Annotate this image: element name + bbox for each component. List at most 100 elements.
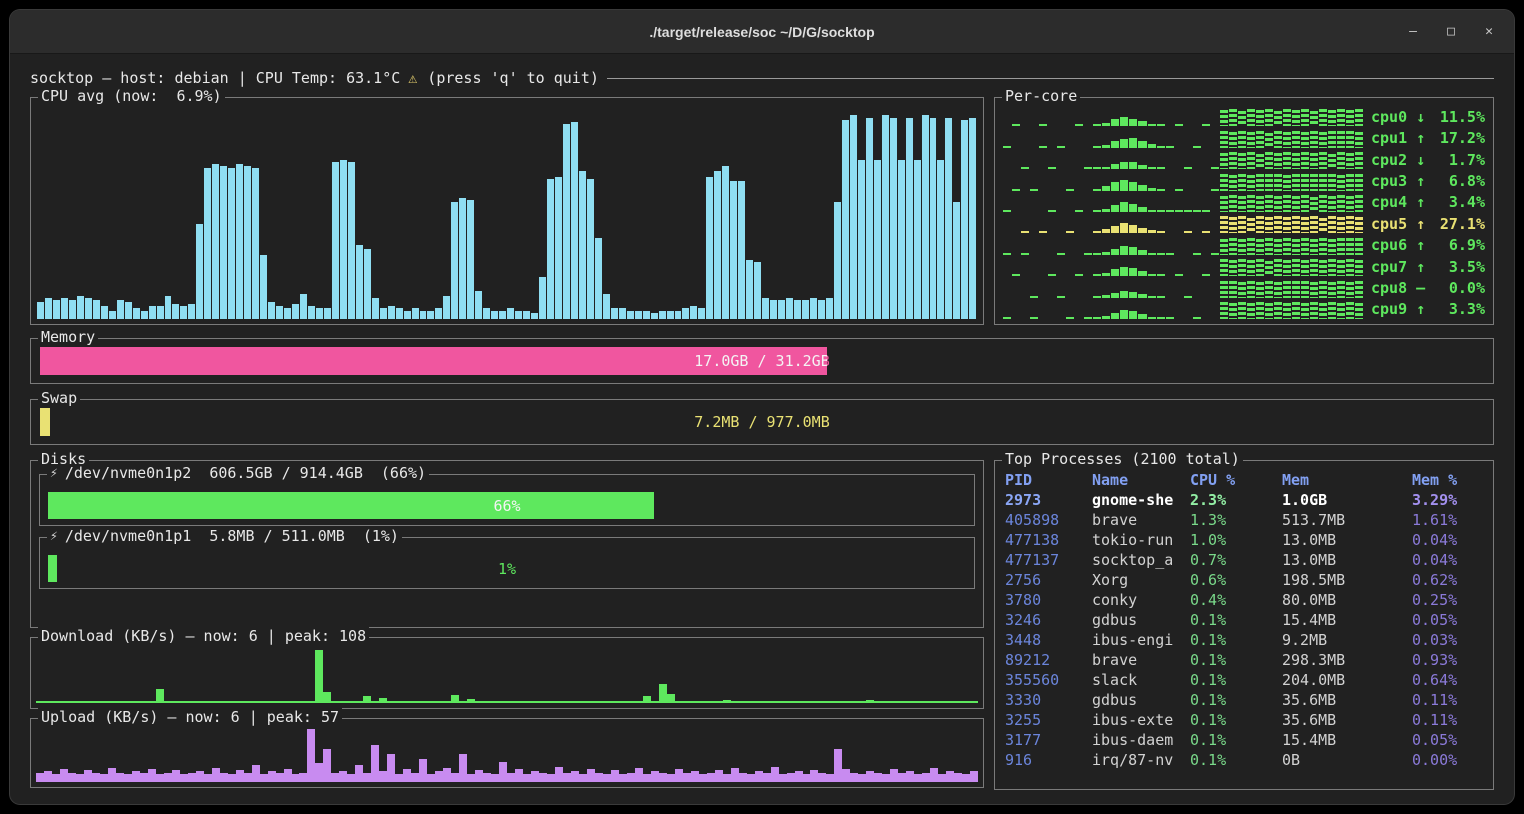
chart-bar	[84, 701, 92, 703]
core-row[interactable]: cpu2 ↓1.7%	[1003, 149, 1485, 170]
process-row[interactable]: 89212brave0.1%298.3MB0.93%	[1005, 650, 1487, 670]
chart-bar	[1175, 124, 1183, 126]
chart-bar	[1148, 210, 1156, 212]
process-row[interactable]: 3246gdbus0.1%15.4MB0.05%	[1005, 610, 1487, 630]
process-row[interactable]: 3448ibus-engi0.1%9.2MB0.03%	[1005, 630, 1487, 650]
chart-bar	[204, 168, 211, 319]
titlebar[interactable]: ./target/release/soc ~/D/G/socktop – □ ✕	[10, 10, 1514, 54]
core-row[interactable]: cpu4 ↑3.4%	[1003, 192, 1485, 213]
core-row[interactable]: cpu3 ↑6.8%	[1003, 170, 1485, 191]
process-row[interactable]: 405898brave1.3%513.7MB1.61%	[1005, 510, 1487, 530]
chart-bar	[1256, 154, 1264, 169]
chart-bar	[1355, 281, 1363, 298]
chart-bar	[611, 770, 619, 782]
process-row[interactable]: 355560slack0.1%204.0MB0.64%	[1005, 670, 1487, 690]
chart-bar	[1157, 231, 1165, 233]
chart-bar	[1274, 111, 1282, 127]
core-row[interactable]: cpu1 ↑17.2%	[1003, 127, 1485, 148]
chart-bar	[1220, 259, 1228, 276]
chart-bar	[1337, 131, 1345, 147]
chart-bar	[1247, 238, 1255, 255]
process-cell: 0.6%	[1190, 571, 1282, 589]
chart-bar	[1129, 162, 1137, 169]
chart-bar	[395, 701, 403, 703]
chart-bar	[1202, 274, 1210, 276]
core-percent: 1.7%	[1449, 151, 1485, 169]
chart-bar	[563, 701, 571, 703]
chart-bar	[292, 701, 300, 703]
chart-bar	[1066, 189, 1074, 191]
chart-bar	[1093, 274, 1101, 276]
chart-bar	[890, 701, 898, 703]
chart-bar	[946, 701, 954, 703]
core-row[interactable]: cpu8 –0.0%	[1003, 277, 1485, 298]
core-row[interactable]: cpu7 ↑3.5%	[1003, 256, 1485, 277]
process-cell: brave	[1092, 651, 1190, 669]
disk-icon: ⚡	[50, 529, 58, 544]
process-row[interactable]: 3780conky0.4%80.0MB0.25%	[1005, 590, 1487, 610]
chart-bar	[1129, 292, 1137, 298]
process-cell: 0.1%	[1190, 691, 1282, 709]
core-name: cpu5 ↑	[1371, 215, 1425, 233]
chart-bar	[196, 701, 204, 703]
chart-bar	[1355, 152, 1363, 169]
chart-bar	[331, 773, 339, 782]
chart-bar	[1283, 109, 1291, 126]
chart-bar	[1175, 189, 1183, 191]
core-row[interactable]: cpu5 ↑ 27.1%	[1003, 213, 1485, 234]
chart-bar	[1238, 196, 1246, 212]
process-row[interactable]: 477138tokio-run1.0%13.0MB0.04%	[1005, 530, 1487, 550]
chart-bar	[1120, 202, 1128, 212]
chart-bar	[1301, 195, 1309, 212]
process-row[interactable]: 477137socktop_a0.7%13.0MB0.04%	[1005, 550, 1487, 570]
core-row[interactable]: cpu0 ↓11.5%	[1003, 106, 1485, 127]
process-cell: 0.00%	[1412, 751, 1487, 769]
minimize-button[interactable]: –	[1402, 21, 1424, 43]
core-row[interactable]: cpu6 ↑6.9%	[1003, 234, 1485, 255]
chart-bar	[938, 701, 946, 703]
chart-bar	[1274, 259, 1282, 276]
chart-bar	[539, 277, 546, 319]
chart-bar	[180, 701, 188, 703]
chart-bar	[467, 699, 475, 703]
chart-bar	[579, 701, 587, 703]
chart-bar	[603, 294, 610, 319]
chart-bar	[268, 771, 276, 782]
process-row[interactable]: 3330gdbus0.1%35.6MB0.11%	[1005, 690, 1487, 710]
chart-bar	[1238, 131, 1246, 148]
process-row[interactable]: 3177ibus-daem0.1%15.4MB0.05%	[1005, 730, 1487, 750]
close-button[interactable]: ✕	[1478, 21, 1500, 43]
chart-bar	[204, 701, 212, 703]
chart-bar	[252, 701, 260, 703]
process-row[interactable]: 2756Xorg0.6%198.5MB0.62%	[1005, 570, 1487, 590]
chart-bar	[898, 701, 906, 703]
chart-bar	[69, 300, 76, 319]
chart-bar	[188, 304, 195, 319]
chart-bar	[53, 300, 60, 319]
chart-bar	[1120, 223, 1128, 234]
process-row[interactable]: 3255ibus-exte0.1%35.6MB0.11%	[1005, 710, 1487, 730]
chart-bar	[930, 701, 938, 703]
chart-bar	[236, 770, 244, 782]
core-row[interactable]: cpu9 ↑3.3%	[1003, 299, 1485, 320]
chart-bar	[1220, 302, 1228, 319]
chart-bar	[1337, 195, 1345, 212]
process-row[interactable]: 916irq/87-nv0.1%0B0.00%	[1005, 750, 1487, 770]
chart-bar	[834, 749, 842, 782]
core-percent: 27.1%	[1440, 215, 1485, 233]
chart-bar	[707, 773, 715, 782]
chart-bar	[874, 773, 882, 782]
chart-bar	[276, 773, 284, 782]
chart-bar	[36, 773, 44, 782]
process-cell: 0.03%	[1412, 631, 1487, 649]
process-row[interactable]: 2973gnome-she2.3%1.0GB3.29%	[1005, 490, 1487, 510]
chart-bar	[1274, 302, 1282, 319]
chart-bar	[1175, 274, 1183, 276]
chart-bar	[1039, 231, 1047, 233]
chart-bar	[715, 701, 723, 703]
chart-bar	[1301, 217, 1309, 233]
chart-bar	[1093, 167, 1101, 169]
chart-bar	[60, 701, 68, 703]
core-label: cpu1 ↑17.2%	[1371, 129, 1485, 147]
maximize-button[interactable]: □	[1440, 21, 1462, 43]
